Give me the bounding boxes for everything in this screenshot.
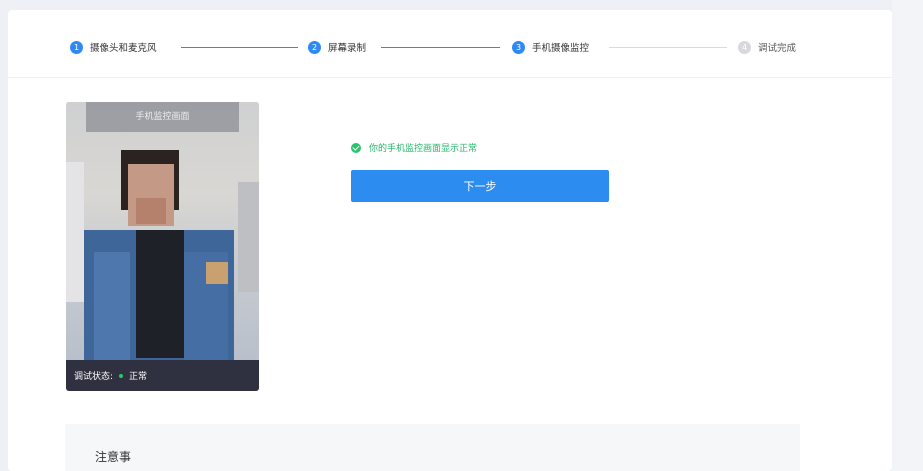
step-number-4: 4 [738,40,751,54]
next-step-button[interactable]: 下一步 [351,170,609,202]
step-number-1: 1 [70,40,83,54]
status-value: 正常 [129,372,148,382]
step-label: 摄像头和麦克风 [90,43,157,54]
step-progress: 1 摄像头和麦克风 2 屏幕录制 3 手机摄像监控 4 调试完成 [8,10,892,78]
phone-monitor-preview: 手机监控画面 调试状态: 正常 [66,102,259,391]
step-connector [381,47,500,48]
status-label: 调试状态: [74,372,114,382]
scroll-gutter [892,0,923,471]
debug-status-bar: 调试状态: 正常 [66,360,259,391]
step-connector [609,47,727,48]
preview-title: 手机监控画面 [86,102,239,132]
step-label: 手机摄像监控 [532,43,590,54]
status-message-text: 你的手机监控画面显示正常 [369,144,478,154]
step-screen-record: 2 屏幕录制 [308,40,366,54]
main-card: 1 摄像头和麦克风 2 屏幕录制 3 手机摄像监控 4 调试完成 手机监控画面 … [8,10,892,471]
step-number-2: 2 [308,40,321,54]
step-number-3: 3 [512,40,525,54]
step-label: 调试完成 [758,43,797,54]
camera-feed-image [66,102,259,360]
notes-title: 注意事 [95,450,132,464]
notes-panel: 注意事 [65,424,800,471]
step-label: 屏幕录制 [328,43,367,54]
step-connector [181,47,298,48]
step-complete: 4 调试完成 [738,40,796,54]
step-camera-mic: 1 摄像头和麦克风 [70,40,157,54]
step-phone-monitor: 3 手机摄像监控 [512,40,589,54]
status-message: 你的手机监控画面显示正常 [351,141,477,154]
status-dot-icon [119,373,124,378]
check-circle-icon [351,142,361,153]
